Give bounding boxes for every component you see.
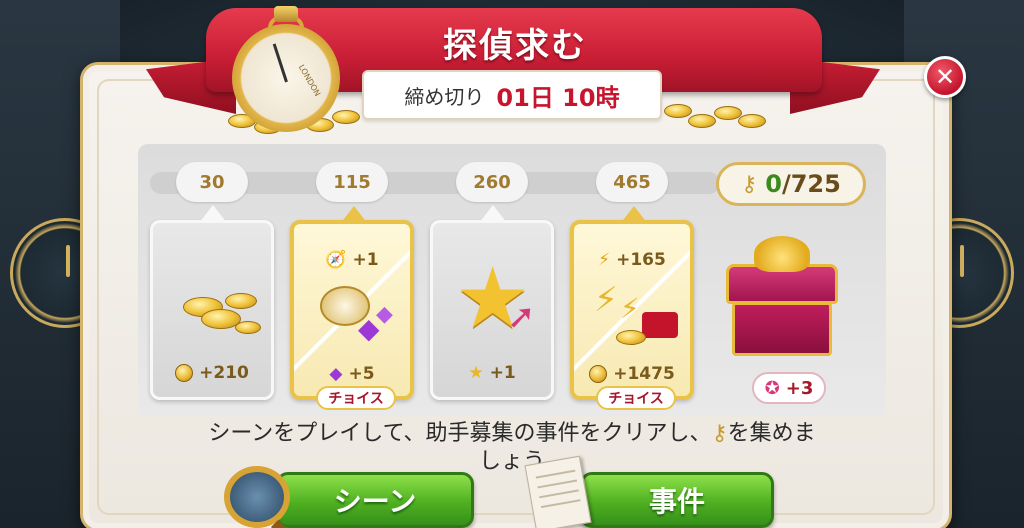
star-icon: ★ [468,363,484,383]
milestone-2: 115 [316,162,388,202]
choice-tag: チョイス [316,386,396,410]
reward-4-top-value: +165 [616,250,666,270]
milestone-1: 30 [176,162,248,202]
close-button[interactable]: ✕ [924,56,966,98]
compass-gems-art-icon: ◆ ◆ [306,278,406,368]
coin-pile-art-icon [165,263,265,353]
coin-pile-right-icon [664,100,784,140]
star-upgrade-art-icon: ★ ➚ [455,249,536,347]
key-icon: ⚷ [741,171,758,197]
deadline-value: 01日 10時 [496,83,620,112]
close-icon: ✕ [934,63,956,91]
bolt-icon: ⚡ [598,250,611,270]
deadline-label: 締め切り [404,84,485,109]
instruction-line1-after: を集めま [727,421,816,446]
compass-icon: 🧭 [325,250,347,270]
stopwatch-icon: LONDON [230,6,342,132]
chest-bonus: ✪ +3 [752,372,826,404]
energy-coins-art-icon: ⚡ ⚡ [586,278,686,368]
coin-icon [175,364,194,382]
choice-tag: チョイス [596,386,676,410]
key-counter: ⚷ 0/725 [716,162,866,206]
star-badge-icon: ✪ [764,377,780,399]
key-count-total: /725 [781,170,841,198]
reward-4-bottom-value: +1475 [613,364,675,384]
chest-bonus-value: +3 [785,377,814,399]
gem-icon: ◆ [329,364,343,384]
coin-icon [589,365,608,383]
instruction-text: シーンをプレイして、助手募集の事件をクリアし、⚷を集めま しょう [170,420,854,476]
case-button[interactable]: 事件 [580,472,774,528]
milestone-3: 260 [456,162,528,202]
key-inline-icon: ⚷ [711,421,728,446]
milestone-4: 465 [596,162,668,202]
reward-1-value: +210 [199,363,249,383]
magnifier-icon [224,466,296,528]
deadline-panel: 締め切り 01日 10時 [362,70,662,120]
key-count-current: 0 [765,170,782,198]
dialog-title: 探偵求む [443,26,587,66]
case-papers-icon [524,455,592,528]
reward-2-bottom-value: +5 [348,364,375,384]
instruction-line1-before: シーンをプレイして、助手募集の事件をクリアし、 [208,421,712,446]
reward-card-3[interactable]: ★ ➚ ★ +1 [430,205,554,400]
reward-card-2[interactable]: 🧭 +1 ◆ ◆ ◆ +5 チョイス [290,206,414,410]
reward-card-4[interactable]: ⚡ +165 ⚡ ⚡ +1475 チョイス [570,206,694,410]
reward-card-1[interactable]: +210 [150,205,274,400]
chest-icon[interactable] [712,236,852,366]
scene-button[interactable]: シーン [276,472,474,528]
reward-3-value: +1 [489,363,516,383]
reward-2-top-value: +1 [352,250,379,270]
